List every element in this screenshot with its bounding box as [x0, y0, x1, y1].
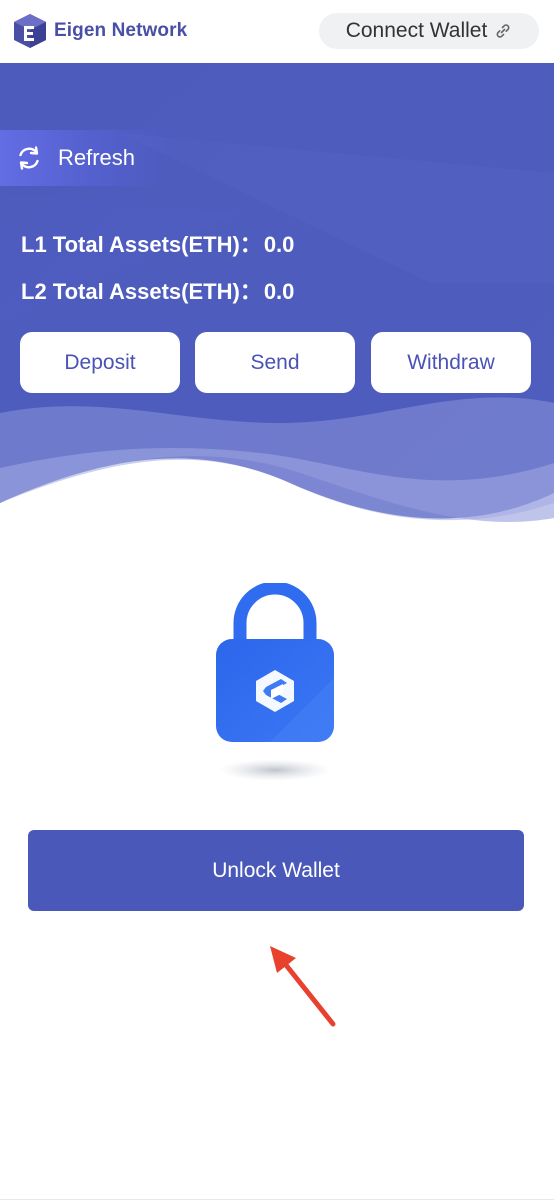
- lock-illustration: [210, 583, 340, 783]
- brand-name: Eigen Network: [54, 20, 188, 41]
- send-button[interactable]: Send: [195, 332, 355, 393]
- brand[interactable]: Eigen Network: [12, 11, 187, 51]
- connect-wallet-label: Connect Wallet: [345, 19, 488, 42]
- top-bar: Eigen Network Connect Wallet: [0, 0, 554, 63]
- refresh-icon: [19, 146, 39, 170]
- unlock-wallet-button[interactable]: Unlock Wallet: [28, 830, 524, 911]
- assets-panel: Refresh L1 Total Assets(ETH)：0.0 L2 Tota…: [0, 63, 554, 533]
- refresh-button[interactable]: Refresh: [0, 130, 170, 186]
- bottom-divider: [0, 1199, 554, 1200]
- link-icon: [496, 24, 510, 38]
- deposit-button[interactable]: Deposit: [20, 332, 180, 393]
- l1-assets-value: 0.0: [263, 232, 295, 257]
- l1-assets-label: L1 Total Assets(ETH)：: [21, 232, 262, 257]
- withdraw-button[interactable]: Withdraw: [371, 332, 531, 393]
- l1-total-assets: L1 Total Assets(ETH)：0.0: [21, 227, 294, 259]
- red-arrow-icon: [270, 946, 336, 1027]
- lock-icon: [216, 583, 334, 781]
- refresh-label: Refresh: [58, 145, 136, 170]
- eigen-cube-logo-icon: [14, 14, 46, 48]
- l2-assets-label: L2 Total Assets(ETH)：: [21, 279, 262, 304]
- l2-assets-value: 0.0: [263, 279, 295, 304]
- l2-total-assets: L2 Total Assets(ETH)：0.0: [21, 274, 294, 306]
- connect-wallet-button[interactable]: Connect Wallet: [319, 13, 539, 49]
